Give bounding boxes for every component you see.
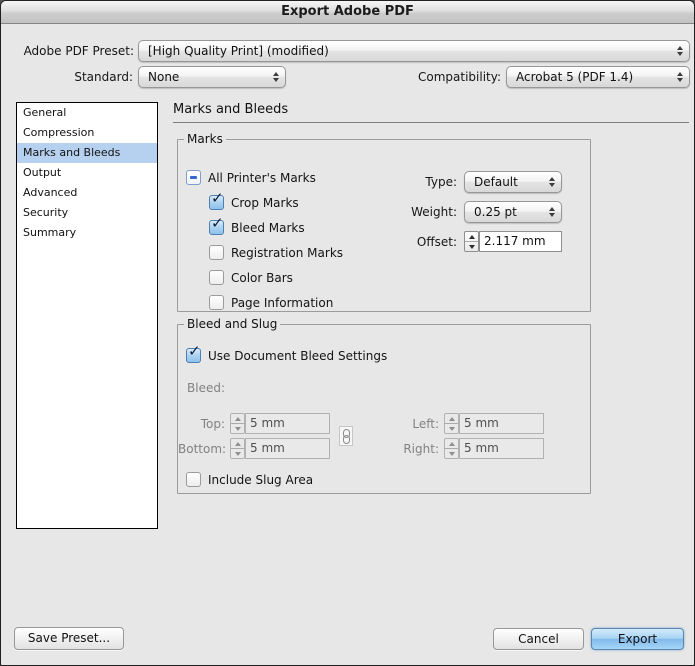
bleed-bottom-stepper [230,438,245,459]
stepper-up-icon [445,439,458,448]
bleed-bottom-input: 5 mm [245,438,330,459]
sidebar-item-output[interactable]: Output [17,163,157,183]
title-bar: Export Adobe PDF [1,1,694,24]
unchecked-checkbox-icon [209,270,224,285]
bleed-top-stepper [230,413,245,434]
unchecked-checkbox-icon [209,245,224,260]
save-preset-button[interactable]: Save Preset... [14,627,124,650]
bleed-left-label: Left: [412,417,439,431]
popup-arrows-icon [549,207,555,217]
checkbox-label: Color Bars [231,270,293,285]
stepper-down-icon [445,423,458,433]
type-label: Type: [425,175,457,189]
settings-category-list: General Compression Marks and Bleeds Out… [16,102,158,529]
bleed-right-stepper [444,438,459,459]
checkbox-all-printers-marks[interactable]: All Printer's Marks [186,170,316,185]
compatibility-label: Compatibility: [417,70,501,84]
checked-checkbox-icon [186,342,201,363]
stepper-up-icon [465,232,478,241]
sidebar-item-general[interactable]: General [17,103,157,123]
compatibility-value: Acrobat 5 (PDF 1.4) [516,70,634,84]
bleed-left-input: 5 mm [459,413,544,434]
bleed-bottom-label: Bottom: [178,442,227,456]
unchecked-checkbox-icon [186,472,201,487]
header-divider [173,122,689,123]
weight-value: 0.25 pt [474,205,517,219]
checkbox-label: Bleed Marks [231,220,305,235]
type-dropdown[interactable]: Default [464,171,562,193]
marks-group: Marks All Printer's Marks Crop Marks Ble… [177,132,591,312]
checkbox-registration-marks[interactable]: Registration Marks [209,245,343,260]
marks-group-legend: Marks [187,132,223,146]
checkbox-label: All Printer's Marks [208,170,316,185]
standard-label: Standard: [74,70,133,84]
checkbox-use-document-bleed-settings[interactable]: Use Document Bleed Settings [186,342,388,363]
mixed-state-checkbox-icon [186,170,201,185]
bleed-right-input: 5 mm [459,438,544,459]
unchecked-checkbox-icon [209,295,224,310]
sidebar-item-marks-and-bleeds[interactable]: Marks and Bleeds [17,143,157,163]
pane-title: Marks and Bleeds [173,102,289,117]
checkbox-color-bars[interactable]: Color Bars [209,270,293,285]
checkbox-label: Include Slug Area [208,472,314,487]
adobe-pdf-preset-value: [High Quality Print] (modified) [148,44,329,58]
bleed-and-slug-group: Bleed and Slug Use Document Bleed Settin… [177,317,591,494]
checkbox-crop-marks[interactable]: Crop Marks [209,189,299,210]
standard-value: None [148,70,180,84]
export-button[interactable]: Export [591,628,684,650]
bleed-group-legend: Bleed and Slug [187,317,278,331]
checkbox-label: Crop Marks [231,195,299,210]
bleed-top-input: 5 mm [245,413,330,434]
checkbox-label: Use Document Bleed Settings [208,348,388,363]
weight-label: Weight: [411,205,457,219]
popup-arrows-icon [273,72,279,82]
popup-arrows-icon [677,72,683,82]
stepper-up-icon [231,414,244,423]
bleed-top-label: Top: [200,417,225,431]
checkbox-include-slug-area[interactable]: Include Slug Area [186,472,313,487]
type-value: Default [474,175,518,189]
link-bleed-values-icon [339,426,353,446]
popup-arrows-icon [549,177,555,187]
stepper-up-icon [231,439,244,448]
checkbox-page-information[interactable]: Page Information [209,295,333,310]
adobe-pdf-preset-label: Adobe PDF Preset: [23,44,134,58]
bleed-label: Bleed: [187,381,225,395]
sidebar-item-summary[interactable]: Summary [17,223,157,243]
sidebar-item-compression[interactable]: Compression [17,123,157,143]
stepper-down-icon [465,241,478,251]
stepper-down-icon [231,423,244,433]
sidebar-item-advanced[interactable]: Advanced [17,183,157,203]
window-title: Export Adobe PDF [281,4,414,19]
offset-label: Offset: [416,235,457,249]
stepper-up-icon [445,414,458,423]
stepper-down-icon [231,448,244,458]
stepper-down-icon [445,448,458,458]
standard-dropdown[interactable]: None [138,66,286,88]
sidebar-item-security[interactable]: Security [17,203,157,223]
checked-checkbox-icon [209,214,224,235]
weight-dropdown[interactable]: 0.25 pt [464,201,562,223]
popup-arrows-icon [677,46,683,56]
offset-stepper[interactable] [464,231,479,252]
checkbox-label: Page Information [231,295,334,310]
checkbox-label: Registration Marks [231,245,344,260]
checked-checkbox-icon [209,189,224,210]
checkbox-bleed-marks[interactable]: Bleed Marks [209,214,305,235]
export-adobe-pdf-dialog: Export Adobe PDF Adobe PDF Preset: [High… [0,0,695,666]
bleed-left-stepper [444,413,459,434]
bleed-right-label: Right: [403,442,439,456]
adobe-pdf-preset-dropdown[interactable]: [High Quality Print] (modified) [138,40,690,62]
cancel-button[interactable]: Cancel [493,628,584,650]
offset-input[interactable]: 2.117 mm [479,231,562,252]
compatibility-dropdown[interactable]: Acrobat 5 (PDF 1.4) [506,66,690,88]
